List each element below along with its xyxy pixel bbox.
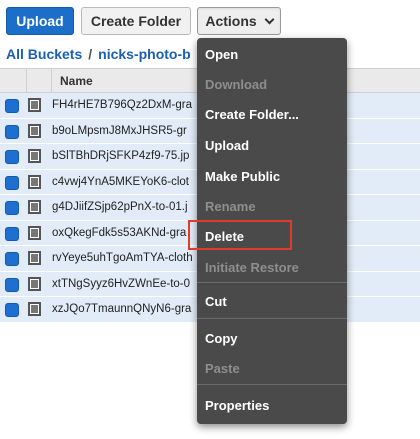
file-name[interactable]: bSlTBhDRjSFKP4zf9-75.jp bbox=[52, 150, 189, 162]
breadcrumb: All Buckets / nicks-photo-b bbox=[6, 46, 191, 64]
file-icon bbox=[28, 123, 41, 138]
file-icon bbox=[28, 251, 41, 265]
file-name[interactable]: rvYeye5uhTgoAmTYA-cloth bbox=[52, 252, 193, 264]
breadcrumb-bucket[interactable]: nicks-photo-b bbox=[98, 46, 191, 62]
file-icon bbox=[28, 174, 41, 189]
file-icon bbox=[28, 200, 41, 214]
upload-button-label: Upload bbox=[16, 13, 64, 29]
file-name[interactable]: c4vwj4YnA5MKEYoK6-clot bbox=[52, 176, 189, 188]
upload-button[interactable]: Upload bbox=[6, 7, 74, 35]
row-checkbox[interactable] bbox=[5, 277, 19, 292]
row-checkbox[interactable] bbox=[5, 226, 19, 241]
row-checkbox[interactable] bbox=[5, 201, 19, 215]
menu-divider bbox=[197, 384, 347, 385]
menu-item-paste: Paste bbox=[205, 361, 240, 376]
menu-item-upload[interactable]: Upload bbox=[205, 138, 249, 153]
create-folder-button-label: Create Folder bbox=[90, 13, 182, 29]
actions-button-label: Actions bbox=[205, 13, 257, 29]
row-checkbox[interactable] bbox=[5, 150, 19, 164]
file-icon bbox=[28, 302, 41, 316]
file-name[interactable]: b9oLMpsmJ8MxJHSR5-gr bbox=[52, 125, 187, 137]
file-icon bbox=[28, 225, 41, 240]
delete-highlight-outline bbox=[188, 220, 292, 250]
file-name[interactable]: oxQkegFdk5s53AKNd-gra bbox=[52, 227, 186, 239]
breadcrumb-separator: / bbox=[88, 46, 93, 62]
menu-item-copy[interactable]: Copy bbox=[205, 331, 238, 346]
breadcrumb-all-buckets[interactable]: All Buckets bbox=[6, 46, 82, 62]
create-folder-button[interactable]: Create Folder bbox=[81, 7, 191, 35]
menu-item-initiate-restore: Initiate Restore bbox=[205, 260, 299, 275]
menu-item-open[interactable]: Open bbox=[205, 47, 238, 62]
row-checkbox[interactable] bbox=[5, 252, 19, 266]
menu-item-cut[interactable]: Cut bbox=[205, 294, 227, 309]
menu-item-rename: Rename bbox=[205, 199, 256, 214]
actions-button[interactable]: Actions bbox=[197, 7, 281, 35]
file-name[interactable]: g4DJiifZSjp62pPnX-to-01.j bbox=[52, 201, 188, 213]
menu-divider bbox=[197, 318, 347, 319]
row-checkbox[interactable] bbox=[5, 124, 19, 139]
row-checkbox[interactable] bbox=[5, 175, 19, 190]
column-divider bbox=[51, 69, 52, 92]
column-divider bbox=[26, 69, 27, 92]
file-icon bbox=[28, 98, 41, 112]
menu-item-download: Download bbox=[205, 77, 268, 92]
row-checkbox[interactable] bbox=[5, 303, 19, 317]
file-name[interactable]: xzJQo7TmaunnQNyN6-gra bbox=[52, 303, 191, 315]
file-icon bbox=[28, 149, 41, 163]
menu-divider bbox=[197, 282, 347, 283]
menu-item-properties[interactable]: Properties bbox=[205, 398, 269, 413]
toolbar: Upload Create Folder Actions bbox=[0, 0, 420, 40]
chevron-down-icon bbox=[264, 14, 275, 24]
row-checkbox[interactable] bbox=[5, 99, 19, 113]
file-name[interactable]: xtTNgSyyz6HvZWnEe-to-0 bbox=[52, 278, 190, 290]
name-column-header[interactable]: Name bbox=[60, 74, 93, 88]
file-icon bbox=[28, 276, 41, 291]
menu-item-create-folder[interactable]: Create Folder... bbox=[205, 107, 299, 122]
menu-item-make-public[interactable]: Make Public bbox=[205, 169, 280, 184]
file-name[interactable]: FH4rHE7B796Qz2DxM-gra bbox=[52, 99, 192, 111]
